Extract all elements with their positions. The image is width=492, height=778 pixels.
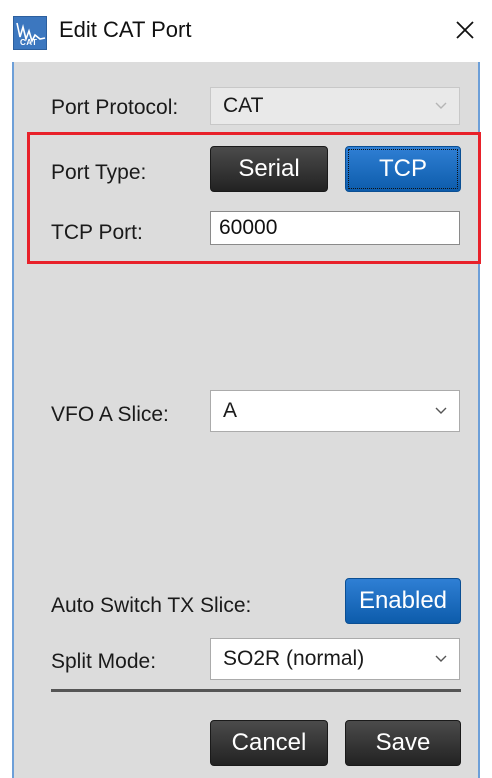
dialog-content: Port Protocol: CAT Port Type: Serial TCP… — [14, 62, 481, 778]
port-type-label: Port Type: — [51, 161, 147, 184]
chevron-down-icon — [435, 407, 447, 414]
close-button[interactable] — [447, 12, 483, 48]
tcp-port-label: TCP Port: — [51, 221, 143, 244]
app-icon: CAT — [13, 16, 47, 50]
port-protocol-label: Port Protocol: — [51, 96, 179, 119]
chevron-down-icon — [435, 102, 447, 109]
serial-button[interactable]: Serial — [210, 146, 328, 192]
window-border-right — [480, 62, 492, 778]
close-icon — [456, 21, 474, 39]
vfo-a-slice-value: A — [223, 399, 238, 422]
cancel-button[interactable]: Cancel — [210, 720, 328, 766]
tcp-port-input[interactable]: 60000 — [210, 211, 460, 245]
tcp-button[interactable]: TCP — [345, 146, 461, 192]
chevron-down-icon — [435, 655, 447, 662]
split-mode-select[interactable]: SO2R (normal) — [210, 638, 460, 680]
save-button[interactable]: Save — [345, 720, 461, 766]
auto-switch-tx-label: Auto Switch TX Slice: — [51, 594, 252, 617]
window-border-left — [0, 62, 12, 778]
app-icon-label: CAT — [20, 38, 38, 47]
window-title: Edit CAT Port — [59, 17, 192, 42]
separator — [51, 689, 461, 692]
port-protocol-value: CAT — [223, 94, 264, 117]
title-bar: CAT Edit CAT Port — [0, 0, 492, 62]
edit-cat-port-dialog: CAT Edit CAT Port Port Protocol: CAT Por… — [0, 0, 492, 778]
split-mode-label: Split Mode: — [51, 650, 157, 673]
auto-switch-tx-enabled-button[interactable]: Enabled — [345, 578, 461, 624]
vfo-a-slice-label: VFO A Slice: — [51, 403, 169, 426]
split-mode-value: SO2R (normal) — [223, 647, 365, 670]
port-protocol-select: CAT — [210, 87, 460, 125]
vfo-a-slice-select[interactable]: A — [210, 390, 460, 432]
